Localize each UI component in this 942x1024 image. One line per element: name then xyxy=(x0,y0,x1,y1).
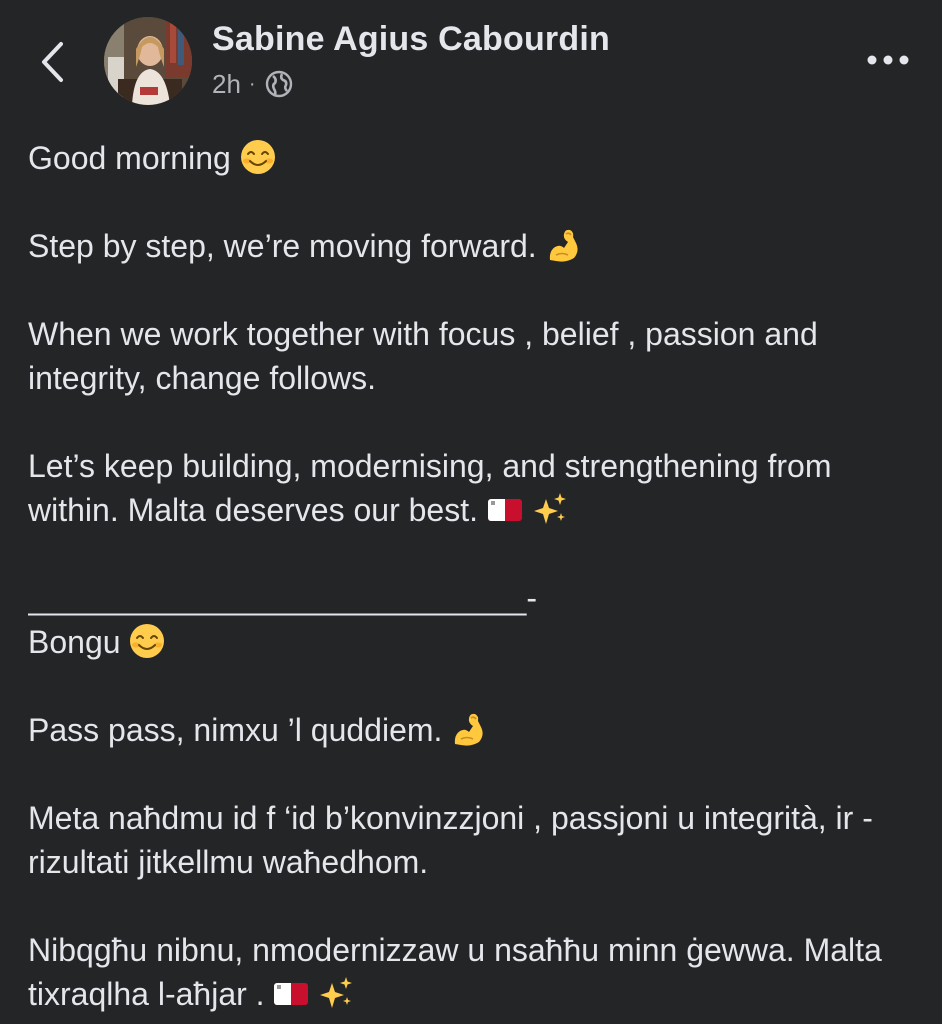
post-body: Good morning Step by step, we’re moving … xyxy=(28,136,918,1016)
post-divider: ____________________________- xyxy=(28,580,537,616)
post-text: Nibqgħu nibnu, nmodernizzaw u nsaħħu min… xyxy=(28,932,882,1012)
post-paragraph: Let’s keep building, modernising, and st… xyxy=(28,444,918,532)
post-paragraph: Meta naħdmu id f ‘id b’konvinzzjoni , pa… xyxy=(28,800,873,880)
malta-flag-emoji xyxy=(487,499,522,521)
more-options-button[interactable] xyxy=(860,40,916,80)
post-text: Step by step, we’re moving forward. xyxy=(28,228,537,264)
post-header: Sabine Agius Cabourdin 2h · xyxy=(0,0,942,120)
post-paragraph: Bongu xyxy=(28,620,918,664)
malta-flag-emoji xyxy=(274,983,309,1005)
more-horizontal-icon xyxy=(867,55,909,65)
author-name[interactable]: Sabine Agius Cabourdin xyxy=(212,20,610,59)
sparkles-emoji xyxy=(320,977,353,1008)
post-text: Good morning xyxy=(28,140,231,176)
flexed-biceps-emoji xyxy=(549,229,578,262)
post-text: Pass pass, nimxu ’l quddiem. xyxy=(28,712,443,748)
smiling-face-emoji xyxy=(240,140,275,174)
post-paragraph: Pass pass, nimxu ’l quddiem. xyxy=(28,708,918,752)
globe-icon[interactable] xyxy=(265,70,293,98)
post-timestamp[interactable]: 2h xyxy=(212,69,241,100)
post-paragraph: When we work together with focus , belie… xyxy=(28,316,818,396)
chevron-left-icon xyxy=(42,42,63,82)
flexed-biceps-emoji xyxy=(455,713,483,746)
post-text: Bongu xyxy=(28,624,121,660)
post-meta: 2h · xyxy=(212,66,293,102)
smiling-face-emoji xyxy=(130,624,165,658)
post-paragraph: Step by step, we’re moving forward. xyxy=(28,224,918,268)
post-paragraph: Nibqgħu nibnu, nmodernizzaw u nsaħħu min… xyxy=(28,928,918,1016)
author-avatar[interactable] xyxy=(104,17,192,105)
post-text: Let’s keep building, modernising, and st… xyxy=(28,448,832,528)
back-button[interactable] xyxy=(30,34,74,90)
post-paragraph: Good morning xyxy=(28,136,918,180)
sparkles-emoji xyxy=(533,493,566,524)
meta-separator: · xyxy=(248,72,256,95)
